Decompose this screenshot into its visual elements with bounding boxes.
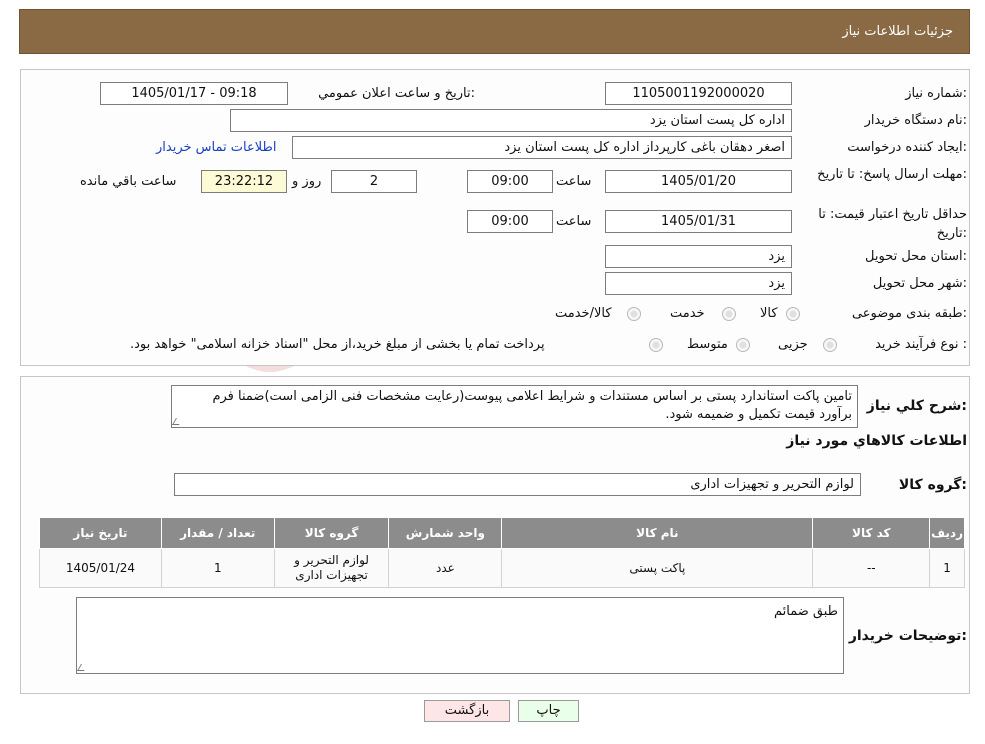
process-radio-minor[interactable] <box>823 338 837 352</box>
announce-label: تاريخ و ساعت اعلان عمومي: <box>318 86 475 101</box>
col-quantity: تعداد / مقدار <box>160 517 275 549</box>
creator-field: اصغر دهقان باغی کارپرداز اداره کل پست اس… <box>292 136 792 159</box>
process-radio-medium[interactable] <box>736 338 750 352</box>
process-radio-treasury[interactable] <box>649 338 663 352</box>
col-unit: واحد شمارش <box>388 517 503 549</box>
need-number-label: شماره نياز: <box>905 86 967 101</box>
process-option-minor: جزیی <box>778 337 808 352</box>
validity-hour-label: ساعت <box>556 214 592 229</box>
cell-need-date: 1405/01/24 <box>39 548 162 588</box>
contact-info-link[interactable]: اطلاعات تماس خريدار <box>156 140 276 155</box>
summary-label: شرح کلي نياز: <box>866 398 967 414</box>
buyer-label: نام دستگاه خريدار: <box>864 113 967 128</box>
cell-quantity: 1 <box>160 548 275 588</box>
col-row-number: رديف <box>929 517 965 549</box>
print-button[interactable]: چاپ <box>518 700 579 722</box>
days-label: روز و <box>292 174 322 189</box>
buyer-field: اداره کل پست استان یزد <box>230 109 792 132</box>
page-title: جزئيات اطلاعات نياز <box>842 24 953 39</box>
validity-time-field: 09:00 <box>467 210 553 233</box>
deadline-label: مهلت ارسال پاسخ: تا تاريخ: <box>817 167 967 182</box>
table-header-row: رديف کد کالا نام کالا واحد شمارش گروه کا… <box>39 517 965 549</box>
cell-unit: عدد <box>388 548 503 588</box>
buyer-notes-text: طبق ضمائم <box>773 604 838 619</box>
deadline-hour-label: ساعت <box>556 174 592 189</box>
province-field: یزد <box>605 245 792 268</box>
announce-field: 1405/01/17 - 09:18 <box>100 82 288 105</box>
buyer-notes-textarea[interactable]: طبق ضمائم <box>76 597 844 674</box>
days-field: 2 <box>331 170 417 193</box>
remaining-time-field: 23:22:12 <box>201 170 287 193</box>
category-option-goods-service: کالا/خدمت <box>555 306 612 321</box>
goods-group-field: لوازم التحرير و تجهيزات اداری <box>174 473 861 496</box>
table-row: 1 -- پاکت پستی عدد لوازم التحرير و تجهيز… <box>39 548 965 588</box>
process-note: پرداخت تمام يا بخشی از مبلغ خريد،از محل … <box>130 337 545 352</box>
category-option-service: خدمت <box>670 306 705 321</box>
category-option-goods: کالا <box>760 306 778 321</box>
cell-row-number: 1 <box>929 548 965 588</box>
deadline-time-field: 09:00 <box>467 170 553 193</box>
remaining-label: ساعت باقي مانده <box>80 174 177 189</box>
deadline-date-field: 1405/01/20 <box>605 170 792 193</box>
process-option-medium: متوسط <box>687 337 728 352</box>
col-goods-name: نام کالا <box>501 517 814 549</box>
goods-section-title: اطلاعات کالاهاي مورد نياز <box>786 433 967 449</box>
creator-label: ايجاد کننده درخواست: <box>847 140 967 155</box>
city-field: یزد <box>605 272 792 295</box>
col-goods-code: کد کالا <box>812 517 931 549</box>
back-button[interactable]: بازگشت <box>424 700 510 722</box>
goods-table: رديف کد کالا نام کالا واحد شمارش گروه کا… <box>39 517 965 588</box>
col-goods-group: گروه کالا <box>273 517 390 549</box>
resize-grip-icon[interactable] <box>76 664 89 671</box>
category-radio-goods[interactable] <box>786 307 800 321</box>
summary-text: تامین پاکت استاندارد پستی بر اساس مستندا… <box>212 389 852 422</box>
buyer-notes-label: توضيحات خريدار: <box>848 628 967 644</box>
validity-date-field: 1405/01/31 <box>605 210 792 233</box>
page-header: جزئيات اطلاعات نياز <box>19 9 970 54</box>
process-label: نوع فرآيند خريد : <box>875 337 967 352</box>
cell-goods-code: -- <box>812 548 931 588</box>
category-radio-service[interactable] <box>722 307 736 321</box>
resize-grip-icon[interactable] <box>171 418 184 425</box>
validity-label: حداقل تاريخ اعتبار قيمت: تا تاريخ: <box>818 207 967 241</box>
city-label: شهر محل تحويل: <box>872 276 967 291</box>
cell-goods-group: لوازم التحرير و تجهيزات اداری <box>273 548 390 588</box>
category-radio-goods-service[interactable] <box>627 307 641 321</box>
col-need-date: تاريخ نياز <box>39 517 162 549</box>
category-label: طبقه بندی موضوعی: <box>851 306 967 321</box>
province-label: استان محل تحويل: <box>865 249 967 264</box>
need-number-field: 1105001192000020 <box>605 82 792 105</box>
summary-textarea[interactable]: تامین پاکت استاندارد پستی بر اساس مستندا… <box>171 385 858 428</box>
goods-group-label: گروه کالا: <box>898 477 967 493</box>
cell-goods-name: پاکت پستی <box>501 548 814 588</box>
